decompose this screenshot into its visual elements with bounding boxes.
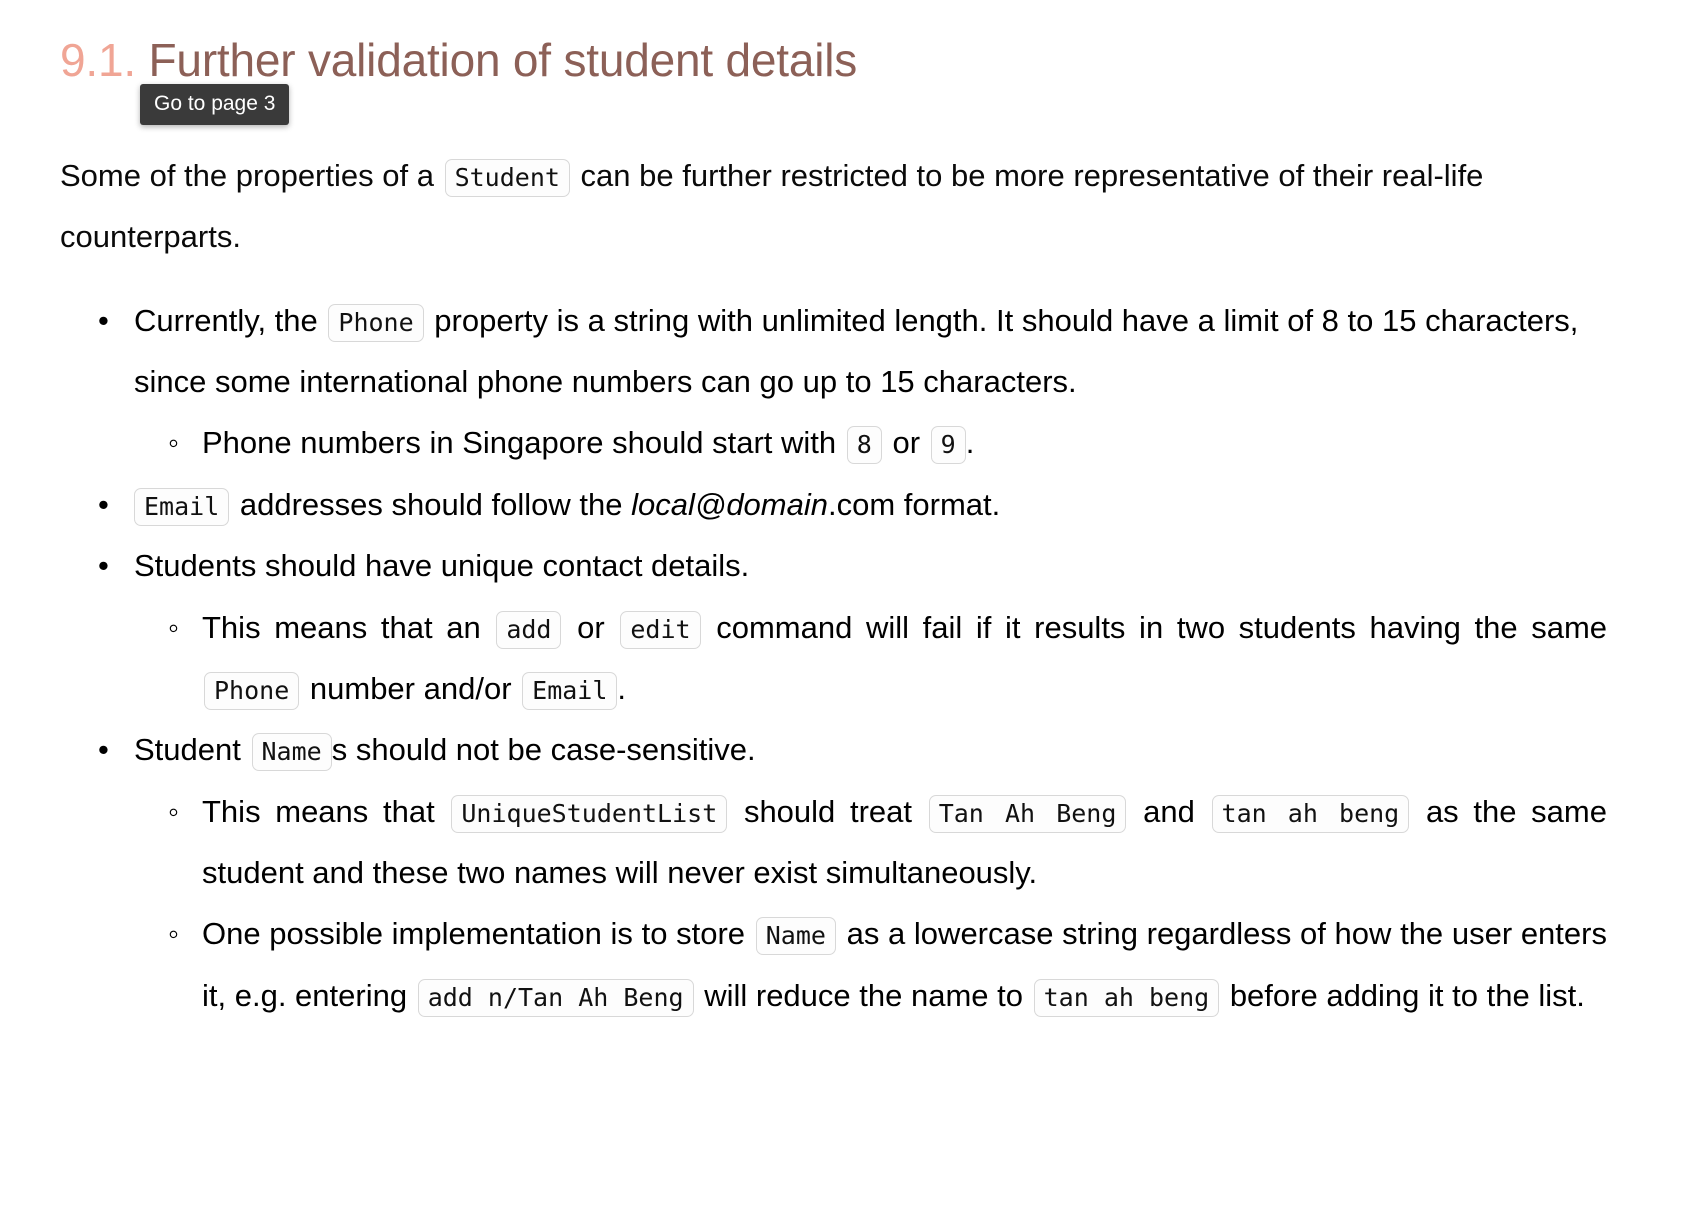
code-chip-phone-dup: Phone [204, 671, 300, 710]
list-item-phone: Currently, the Phone property is a strin… [92, 290, 1628, 474]
unique-contact-sub-list: This means that an add or edit command w… [134, 597, 1628, 720]
add-edit-part1: This means that an [202, 609, 481, 645]
email-part2: .com format. [828, 486, 1001, 522]
code-chip-email-dup: Email [522, 671, 618, 710]
usl-part3: and [1143, 793, 1195, 829]
intro-text-part1: Some of the properties of a [60, 157, 434, 193]
code-chip-edit: edit [620, 610, 701, 649]
impl-part1: One possible implementation is to store [202, 916, 746, 952]
code-chip-add-command: add n/Tan Ah Beng [417, 978, 694, 1017]
impl-part3: will reduce the name to [704, 977, 1023, 1013]
add-edit-part2: or [577, 609, 605, 645]
phone-singapore-text: Phone numbers in Singapore should start … [202, 412, 1607, 473]
section-number: 9.1. [60, 34, 136, 86]
code-chip-tan-ah-beng-lower-2: tan ah beng [1033, 978, 1220, 1017]
email-format-emphasis: local@domain [631, 486, 828, 522]
name-case-sub-list: This means that UniqueStudentList should… [134, 781, 1628, 1027]
phone-sub-list: Phone numbers in Singapore should start … [134, 412, 1628, 473]
usl-part2: should treat [743, 793, 913, 829]
code-chip-tan-ah-beng-upper: Tan Ah Beng [928, 794, 1127, 833]
code-chip-nine: 9 [930, 426, 966, 465]
code-chip-name-impl: Name [755, 917, 836, 956]
name-case-part1: Student [134, 732, 241, 768]
singapore-part2: or [892, 425, 921, 461]
heading-link[interactable]: Further validation of student details [149, 34, 858, 88]
page-title: 9.1. Further validation of student detai… [60, 34, 1628, 87]
code-chip-name: Name [251, 733, 332, 772]
add-edit-text: This means that an add or edit command w… [202, 597, 1607, 720]
list-item-phone-text: Currently, the Phone property is a strin… [134, 290, 1628, 413]
list-item-unique-contact: Students should have unique contact deta… [92, 535, 1628, 719]
phone-text-part1: Currently, the [134, 302, 318, 338]
code-chip-tan-ah-beng-lower: tan ah beng [1211, 794, 1410, 833]
usl-part1: This means that [202, 793, 435, 829]
list-item-email-text: Email addresses should follow the local@… [134, 474, 1628, 535]
tooltip-go-to-page: Go to page 3 [140, 84, 290, 125]
code-chip-unique-student-list: UniqueStudentList [451, 794, 728, 833]
list-item-phone-singapore: Phone numbers in Singapore should start … [166, 412, 1607, 473]
name-case-part2: s should not be case-sensitive. [331, 732, 756, 768]
lowercase-impl-text: One possible implementation is to store … [202, 903, 1607, 1026]
add-edit-part5: . [617, 670, 627, 706]
list-item-lowercase-impl: One possible implementation is to store … [166, 903, 1607, 1026]
list-item-name-case: Student Names should not be case-sensiti… [92, 719, 1628, 1026]
singapore-part1: Phone numbers in Singapore should start … [202, 425, 837, 461]
singapore-part3: . [965, 425, 975, 461]
intro-paragraph: Some of the properties of a Student can … [60, 145, 1580, 268]
list-item-email: Email addresses should follow the local@… [92, 474, 1628, 535]
list-item-unique-student-list: This means that UniqueStudentList should… [166, 781, 1607, 904]
add-edit-part3: command will fail if it results in two s… [716, 609, 1608, 645]
add-edit-part4: number and/or [309, 670, 512, 706]
unique-contact-text: Students should have unique contact deta… [134, 535, 1628, 596]
code-chip-phone: Phone [328, 303, 424, 342]
unique-student-list-text: This means that UniqueStudentList should… [202, 781, 1607, 904]
name-case-text: Student Names should not be case-sensiti… [134, 719, 1628, 780]
code-chip-add: add [496, 610, 562, 649]
email-part1: addresses should follow the [239, 486, 623, 522]
validation-bullet-list: Currently, the Phone property is a strin… [60, 290, 1628, 1027]
impl-part4: before adding it to the list. [1229, 977, 1585, 1013]
list-item-add-edit: This means that an add or edit command w… [166, 597, 1607, 720]
code-chip-eight: 8 [846, 426, 882, 465]
code-chip-email: Email [134, 487, 230, 526]
code-chip-student: Student [444, 158, 570, 197]
document-page: 9.1. Further validation of student detai… [0, 0, 1688, 1206]
